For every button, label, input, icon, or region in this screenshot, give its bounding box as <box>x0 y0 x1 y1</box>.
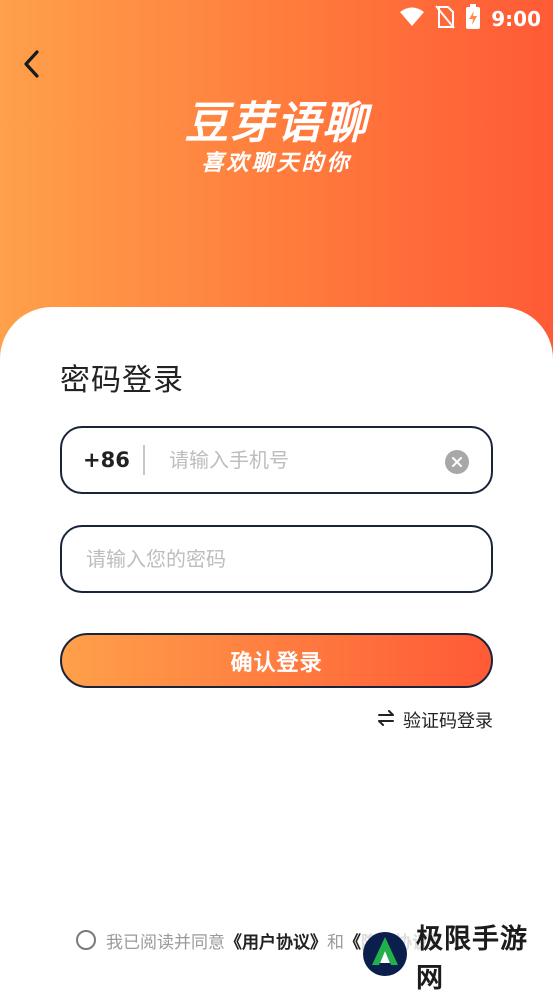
country-code-selector[interactable]: +86 <box>83 448 130 472</box>
battery-charging-icon <box>465 4 481 34</box>
watermark-text: 极限手游网 <box>416 924 528 994</box>
agreement-conjunction: 和 <box>327 932 344 953</box>
clear-icon[interactable] <box>445 450 469 474</box>
sms-login-link[interactable]: 验证码登录 <box>377 707 493 733</box>
swap-arrows-icon <box>377 709 395 731</box>
password-input[interactable] <box>84 546 468 572</box>
status-time: 9:00 <box>491 7 541 31</box>
back-button[interactable] <box>14 48 50 84</box>
phone-input[interactable] <box>167 447 431 473</box>
agreement-prefix: 我已阅读并同意 <box>106 932 225 953</box>
divider <box>143 445 145 475</box>
app-slogan: 喜欢聊天的你 <box>201 151 352 176</box>
app-name: 豆芽语聊 <box>184 98 369 149</box>
status-icons: 9:00 <box>399 4 541 34</box>
login-button[interactable]: 确认登录 <box>60 633 493 688</box>
agreement-checkbox[interactable] <box>76 930 96 950</box>
chevron-left-icon <box>22 49 42 83</box>
password-field <box>60 525 493 593</box>
status-bar: 9:00 <box>0 0 553 38</box>
watermark: 极限手游网 <box>362 924 552 994</box>
page-title: 密码登录 <box>60 363 184 398</box>
app-logo: 豆芽语聊 喜欢聊天的你 <box>0 98 553 178</box>
sms-login-label: 验证码登录 <box>403 711 493 732</box>
wifi-icon <box>399 6 425 32</box>
watermark-logo-icon <box>362 931 408 981</box>
phone-field: +86 <box>60 426 493 494</box>
user-agreement-link[interactable]: 《用户协议》 <box>225 928 327 953</box>
no-sim-icon <box>435 5 456 33</box>
